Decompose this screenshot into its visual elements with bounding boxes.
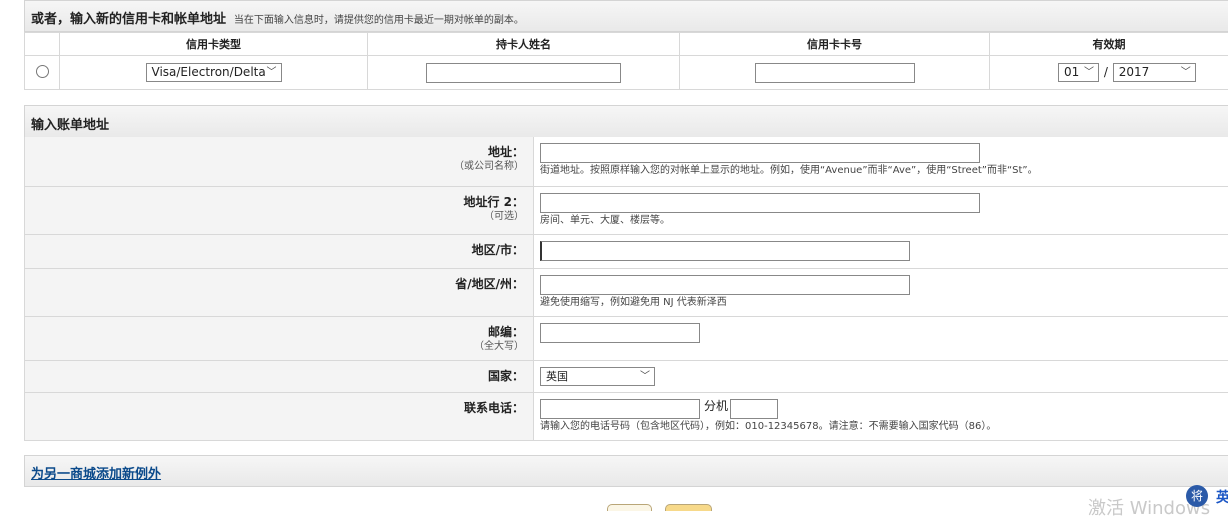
phone-input[interactable] <box>540 399 700 419</box>
credit-card-header-row: 信用卡类型 持卡人姓名 信用卡卡号 有效期 <box>25 33 1228 56</box>
extension-label: 分机 <box>704 399 728 413</box>
state-hint: 避免使用缩写，例如避免用 NJ 代表新泽西 <box>540 296 1228 310</box>
address2-hint: 房间、单元、大厦、楼层等。 <box>540 214 1228 228</box>
state-row: 省/地区/州： 避免使用缩写，例如避免用 NJ 代表新泽西 <box>25 268 1228 316</box>
chevron-down-icon: ﹀ <box>640 368 650 385</box>
col-expiry: 有效期 <box>990 33 1228 56</box>
new-card-header: 或者，输入新的信用卡和帐单地址 当在下面输入信息时，请提供您的信用卡最近一期对帐… <box>24 0 1228 32</box>
address2-label: 地址行 2： <box>25 195 524 210</box>
chevron-down-icon: ﹀ <box>1084 64 1094 81</box>
col-cardholder-name: 持卡人姓名 <box>368 33 680 56</box>
radio-column-header <box>25 33 60 56</box>
city-input[interactable] <box>540 241 910 261</box>
country-row: 国家： 英国 ﹀ <box>25 360 1228 392</box>
city-row: 地区/市： <box>25 234 1228 268</box>
state-input[interactable] <box>540 275 910 295</box>
col-card-number: 信用卡卡号 <box>680 33 990 56</box>
billing-address-form: 地址： （或公司名称） 街道地址。按照原样输入您的对帐单上显示的地址。例如，使用… <box>24 137 1228 441</box>
chevron-down-icon: ﹀ <box>1181 64 1191 81</box>
postcode-sublabel: （全大写） <box>25 340 524 354</box>
cardholder-name-input[interactable] <box>426 63 621 83</box>
postcode-row: 邮编： （全大写） <box>25 316 1228 360</box>
expiry-year-value: 2017 <box>1119 65 1150 79</box>
postcode-label: 邮编： <box>25 325 524 340</box>
secondary-button[interactable] <box>607 504 652 511</box>
chevron-down-icon: ﹀ <box>267 64 277 81</box>
address2-row: 地址行 2： （可选） 房间、单元、大厦、楼层等。 <box>25 186 1228 234</box>
card-type-value: Visa/Electron/Delta <box>152 65 266 79</box>
new-card-note: 当在下面输入信息时，请提供您的信用卡最近一期对帐单的副本。 <box>234 15 524 26</box>
ime-tray-icon[interactable]: 将 <box>1186 485 1208 507</box>
extension-input[interactable] <box>730 399 778 419</box>
credit-card-input-row: Visa/Electron/Delta ﹀ 01 ﹀ / 2017 ﹀ <box>25 56 1228 90</box>
add-exception-link[interactable]: 为另一商城添加新例外 <box>31 467 161 482</box>
phone-row: 联系电话： 分机 请输入您的电话号码（包含地区代码），例如：010-123456… <box>25 392 1228 440</box>
new-card-radio[interactable] <box>36 65 49 78</box>
address2-input[interactable] <box>540 193 980 213</box>
expiry-year-select[interactable]: 2017 ﹀ <box>1113 63 1196 82</box>
state-label: 省/地区/州： <box>25 277 524 292</box>
phone-label: 联系电话： <box>25 401 524 416</box>
expiry-separator: / <box>1104 65 1108 79</box>
address-row: 地址： （或公司名称） 街道地址。按照原样输入您的对帐单上显示的地址。例如，使用… <box>25 137 1228 186</box>
expiry-month-value: 01 <box>1064 65 1079 79</box>
primary-button[interactable] <box>665 504 712 511</box>
new-card-title: 或者，输入新的信用卡和帐单地址 <box>31 12 226 27</box>
postcode-input[interactable] <box>540 323 700 343</box>
billing-title: 输入账单地址 <box>31 118 109 133</box>
col-card-type: 信用卡类型 <box>60 33 368 56</box>
phone-hint: 请输入您的电话号码（包含地区代码），例如：010-12345678。请注意：不需… <box>540 420 1228 434</box>
ime-language-indicator[interactable]: 英 <box>1216 487 1228 507</box>
address-hint: 街道地址。按照原样输入您的对帐单上显示的地址。例如，使用“Avenue”而非“A… <box>540 164 1228 178</box>
expiry-month-select[interactable]: 01 ﹀ <box>1058 63 1099 82</box>
city-label: 地区/市： <box>25 243 524 258</box>
country-value: 英国 <box>546 370 568 383</box>
address-input[interactable] <box>540 143 980 163</box>
country-select[interactable]: 英国 ﹀ <box>540 367 655 386</box>
billing-header: 输入账单地址 <box>24 105 1228 138</box>
credit-card-table: 信用卡类型 持卡人姓名 信用卡卡号 有效期 Visa/Electron/Delt… <box>24 32 1228 90</box>
card-number-input[interactable] <box>755 63 915 83</box>
address-label: 地址： <box>25 145 524 160</box>
address-sublabel: （或公司名称） <box>25 160 524 174</box>
card-type-select[interactable]: Visa/Electron/Delta ﹀ <box>146 63 282 82</box>
exception-bar: 为另一商城添加新例外 <box>24 455 1228 487</box>
country-label: 国家： <box>25 369 524 384</box>
address2-sublabel: （可选） <box>25 210 524 224</box>
